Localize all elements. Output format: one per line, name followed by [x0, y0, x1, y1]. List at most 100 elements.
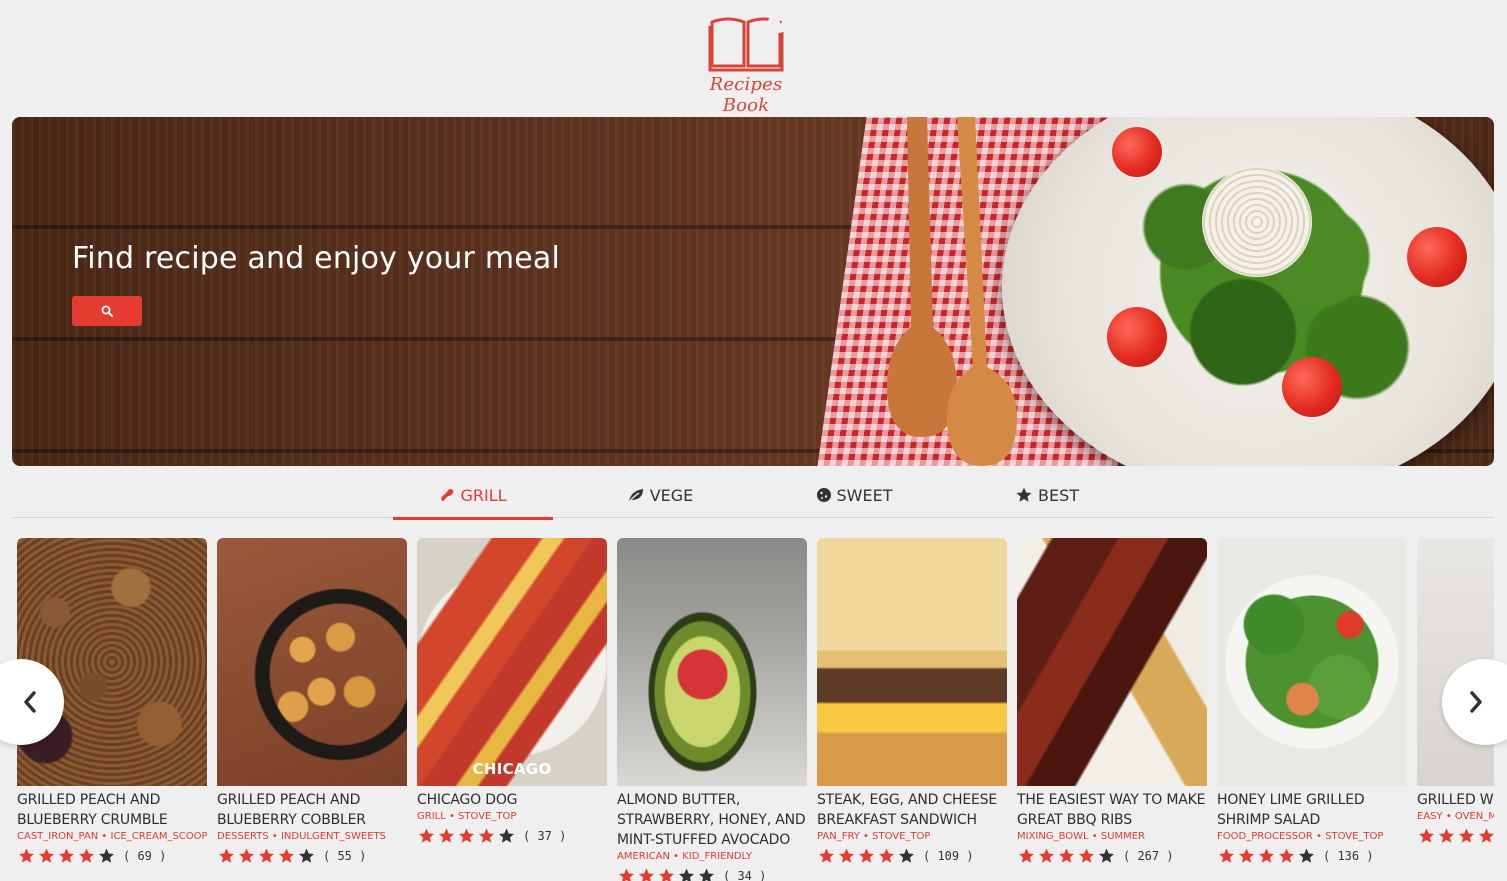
- tab-label: VEGE: [649, 485, 694, 505]
- tab-vege[interactable]: VEGE: [580, 472, 740, 518]
- recipe-image: [617, 538, 807, 786]
- star-empty-icon: [299, 848, 314, 863]
- rating: ( 34 ): [617, 867, 807, 881]
- star-empty-icon: [99, 848, 114, 863]
- tab-label: SWEET: [836, 485, 893, 505]
- leaf-icon: [628, 489, 643, 503]
- recipe-tags: AMERICAN • KID_FRIENDLY: [617, 851, 752, 862]
- recipe-image: [1017, 538, 1207, 786]
- tab-grill[interactable]: GRILL: [393, 472, 553, 520]
- star-filled-icon: [819, 848, 834, 863]
- rating-count: ( 267 ): [1123, 849, 1174, 863]
- hero-tomato: [1407, 227, 1467, 287]
- recipe-card[interactable]: GRILLED PEACH AND BLUEBERRY COBBLER DESS…: [217, 538, 407, 881]
- star-filled-icon: [1419, 828, 1434, 843]
- rating: [1417, 827, 1494, 845]
- star-filled-icon: [239, 848, 254, 863]
- hero-tomato: [1107, 307, 1167, 367]
- recipe-title: ALMOND BUTTER, STRAWBERRY, HONEY, AND MI…: [617, 792, 806, 848]
- recipe-tags: MIXING_BOWL • SUMMER: [1017, 831, 1146, 842]
- recipe-carousel: GRILLED PEACH AND BLUEBERRY CRUMBLE CAST…: [17, 538, 1494, 881]
- star-filled-icon: [879, 848, 894, 863]
- recipe-tags: EASY • OVEN_MIT: [1417, 811, 1494, 822]
- star-filled-icon: [1279, 848, 1294, 863]
- recipe-image: [17, 538, 207, 786]
- star-filled-icon: [59, 848, 74, 863]
- star-filled-icon: [1219, 848, 1234, 863]
- rating-count: ( 34 ): [723, 869, 767, 881]
- star-filled-icon: [219, 848, 234, 863]
- rating: ( 109 ): [817, 847, 1007, 865]
- star-filled-icon: [79, 848, 94, 863]
- tab-label: BEST: [1037, 485, 1079, 505]
- recipe-title: GRILLED PEACH AND BLUEBERRY CRUMBLE: [17, 792, 168, 828]
- rating-count: ( 136 ): [1323, 849, 1374, 863]
- star-filled-icon: [1259, 848, 1274, 863]
- recipe-image: [817, 538, 1007, 786]
- recipe-tags: PAN_FRY • STOVE_TOP: [817, 831, 931, 842]
- recipe-title: STEAK, EGG, AND CHEESE BREAKFAST SANDWIC…: [817, 792, 997, 828]
- rating: ( 55 ): [217, 847, 407, 865]
- hero-tomato: [1282, 357, 1342, 417]
- rating-count: ( 109 ): [923, 849, 974, 863]
- recipe-title: GRILLED WI: [1417, 792, 1494, 808]
- star-filled-icon: [1059, 848, 1074, 863]
- recipe-card[interactable]: ALMOND BUTTER, STRAWBERRY, HONEY, AND MI…: [617, 538, 807, 881]
- logo-text: Recipes Book: [709, 74, 783, 116]
- rating: ( 267 ): [1017, 847, 1207, 865]
- search-icon: [101, 305, 113, 317]
- open-book-icon: [708, 16, 784, 72]
- chevron-left-icon: [24, 691, 36, 713]
- star-filled-icon: [1439, 828, 1454, 843]
- tab-sweet[interactable]: SWEET: [774, 472, 934, 518]
- recipe-card[interactable]: STEAK, EGG, AND CHEESE BREAKFAST SANDWIC…: [817, 538, 1007, 881]
- star-empty-icon: [679, 868, 694, 881]
- hero-title: Find recipe and enjoy your meal: [72, 241, 561, 276]
- recipe-card[interactable]: HONEY LIME GRILLED SHRIMP SALAD FOOD_PRO…: [1217, 538, 1407, 881]
- hero-tomato: [1112, 127, 1162, 177]
- star-empty-icon: [899, 848, 914, 863]
- tab-best[interactable]: BEST: [967, 472, 1127, 518]
- star-icon: [1016, 487, 1032, 502]
- fire-icon: [441, 489, 454, 501]
- star-filled-icon: [639, 868, 654, 881]
- cookie-icon: [816, 488, 831, 502]
- star-filled-icon: [1479, 828, 1494, 843]
- star-filled-icon: [419, 828, 434, 843]
- star-filled-icon: [1039, 848, 1054, 863]
- recipe-card[interactable]: THE EASIEST WAY TO MAKE GREAT BBQ RIBS M…: [1017, 538, 1207, 881]
- star-filled-icon: [479, 828, 494, 843]
- recipe-tags: DESSERTS • INDULGENT_SWEETS: [217, 831, 386, 842]
- star-filled-icon: [459, 828, 474, 843]
- star-filled-icon: [1239, 848, 1254, 863]
- star-empty-icon: [499, 828, 514, 843]
- star-empty-icon: [1099, 848, 1114, 863]
- search-button[interactable]: [72, 296, 142, 326]
- hero-cheese: [1202, 167, 1312, 277]
- star-empty-icon: [1299, 848, 1314, 863]
- star-filled-icon: [279, 848, 294, 863]
- rating-count: ( 55 ): [323, 849, 367, 863]
- star-filled-icon: [439, 828, 454, 843]
- star-filled-icon: [259, 848, 274, 863]
- star-empty-icon: [699, 868, 714, 881]
- recipe-image: [217, 538, 407, 786]
- logo[interactable]: Recipes Book: [688, 16, 804, 116]
- rating: ( 136 ): [1217, 847, 1407, 865]
- star-filled-icon: [39, 848, 54, 863]
- recipe-title: THE EASIEST WAY TO MAKE GREAT BBQ RIBS: [1017, 792, 1206, 828]
- rating-count: ( 37 ): [523, 829, 567, 843]
- recipe-card[interactable]: CHICAGO CHICAGO DOG GRILL • STOVE_TOP ( …: [417, 538, 607, 881]
- star-filled-icon: [619, 868, 634, 881]
- recipe-title: GRILLED PEACH AND BLUEBERRY COBBLER: [217, 792, 366, 828]
- star-filled-icon: [1079, 848, 1094, 863]
- star-filled-icon: [859, 848, 874, 863]
- rating-count: ( 69 ): [123, 849, 167, 863]
- recipe-title: HONEY LIME GRILLED SHRIMP SALAD: [1217, 792, 1365, 828]
- rating: ( 37 ): [417, 827, 607, 845]
- recipe-image: CHICAGO: [417, 538, 607, 786]
- chevron-right-icon: [1470, 691, 1482, 713]
- star-filled-icon: [1019, 848, 1034, 863]
- recipe-title: CHICAGO DOG: [417, 792, 518, 808]
- tab-label: GRILL: [460, 485, 507, 505]
